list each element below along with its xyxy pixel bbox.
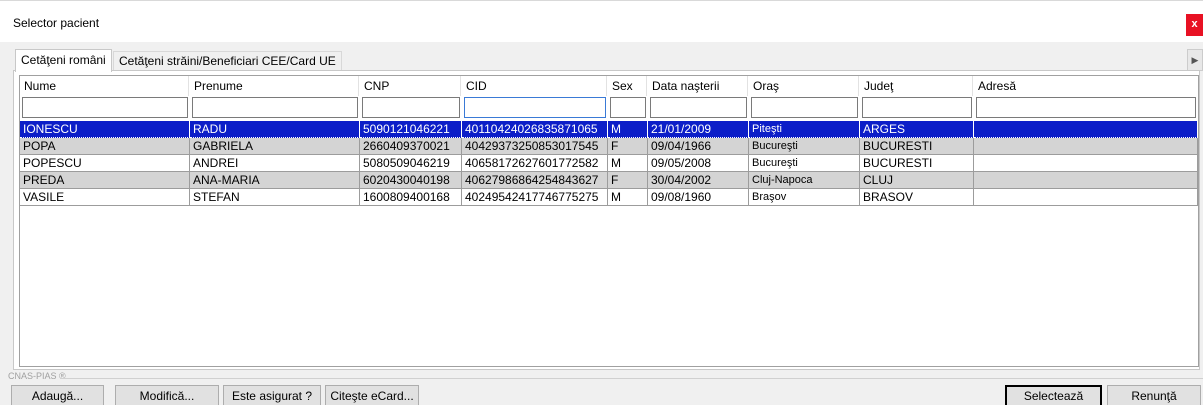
cell-sex: M bbox=[608, 121, 648, 138]
filter-city-input[interactable] bbox=[751, 97, 858, 118]
cell-address bbox=[974, 172, 1198, 189]
cell-city: Piteşti bbox=[749, 121, 860, 138]
cell-address bbox=[974, 138, 1198, 155]
filter-address-input[interactable] bbox=[976, 97, 1196, 118]
select-button[interactable]: Selectează bbox=[1005, 385, 1102, 405]
cell-cnp: 2660409370021 bbox=[360, 138, 462, 155]
tab-romanian-citizens[interactable]: Cetăţeni români bbox=[15, 49, 112, 72]
cell-birthdate: 21/01/2009 bbox=[648, 121, 749, 138]
filter-cnp-input[interactable] bbox=[362, 97, 460, 118]
tab-scroll-right-icon[interactable]: ▶ bbox=[1187, 49, 1203, 71]
cell-city: Bucureşti bbox=[749, 138, 860, 155]
filter-prenume-input[interactable] bbox=[192, 97, 358, 118]
cell-address bbox=[974, 155, 1198, 172]
cell-prenume: RADU bbox=[190, 121, 360, 138]
col-header-city[interactable]: Oraş bbox=[749, 76, 859, 96]
close-button[interactable]: x bbox=[1186, 14, 1203, 36]
col-header-sex[interactable]: Sex bbox=[608, 76, 647, 96]
cell-sex: M bbox=[608, 189, 648, 206]
cell-nume: VASILE bbox=[20, 189, 190, 206]
filter-nume-input[interactable] bbox=[22, 97, 188, 118]
check-insured-button[interactable]: Este asigurat ? bbox=[223, 385, 321, 405]
cell-birthdate: 30/04/2002 bbox=[648, 172, 749, 189]
cell-cnp: 6020430040198 bbox=[360, 172, 462, 189]
cell-prenume: GABRIELA bbox=[190, 138, 360, 155]
cancel-button[interactable]: Renunţă bbox=[1107, 385, 1201, 405]
add-button[interactable]: Adaugă... bbox=[11, 385, 104, 405]
table-row[interactable]: VASILE STEFAN 1600809400168 402495424177… bbox=[20, 189, 1198, 206]
col-header-county[interactable]: Judeţ bbox=[860, 76, 973, 96]
table-row[interactable]: PREDA ANA-MARIA 6020430040198 4062798686… bbox=[20, 172, 1198, 189]
col-header-birthdate[interactable]: Data naşterii bbox=[648, 76, 748, 96]
cell-nume: IONESCU bbox=[20, 121, 190, 138]
cell-cid: 40249542417746775275 bbox=[462, 189, 608, 206]
cell-county: BUCURESTI bbox=[860, 155, 974, 172]
modify-button[interactable]: Modifică... bbox=[115, 385, 219, 405]
filter-county-input[interactable] bbox=[862, 97, 972, 118]
brand-label: CNAS-PIAS ® bbox=[8, 371, 66, 381]
filter-cid-input[interactable] bbox=[464, 97, 606, 118]
cell-county: ARGES bbox=[860, 121, 974, 138]
cell-cnp: 5080509046219 bbox=[360, 155, 462, 172]
cell-cid: 40429373250853017545 bbox=[462, 138, 608, 155]
cell-cid: 40110424026835871065 bbox=[462, 121, 608, 138]
cell-county: BRASOV bbox=[860, 189, 974, 206]
title-bar: Selector pacient x bbox=[0, 0, 1203, 42]
cell-prenume: ANDREI bbox=[190, 155, 360, 172]
cell-city: Braşov bbox=[749, 189, 860, 206]
cell-sex: M bbox=[608, 155, 648, 172]
cell-nume: POPESCU bbox=[20, 155, 190, 172]
cell-address bbox=[974, 189, 1198, 206]
col-header-address[interactable]: Adresă bbox=[974, 76, 1198, 96]
cell-nume: POPA bbox=[20, 138, 190, 155]
window-title: Selector pacient bbox=[13, 16, 100, 30]
cell-cnp: 1600809400168 bbox=[360, 189, 462, 206]
cell-address bbox=[974, 121, 1198, 138]
tab-strip: Cetăţeni români Cetăţeni străini/Benefic… bbox=[0, 42, 1203, 72]
cell-cid: 40658172627601772582 bbox=[462, 155, 608, 172]
footer-divider bbox=[60, 378, 1203, 379]
cell-county: BUCURESTI bbox=[860, 138, 974, 155]
col-header-prenume[interactable]: Prenume bbox=[190, 76, 359, 96]
table-row[interactable]: POPA GABRIELA 2660409370021 404293732508… bbox=[20, 138, 1198, 155]
cell-city: Bucureşti bbox=[749, 155, 860, 172]
table-row[interactable]: POPESCU ANDREI 5080509046219 40658172627… bbox=[20, 155, 1198, 172]
cell-prenume: ANA-MARIA bbox=[190, 172, 360, 189]
patient-grid: Nume Prenume CNP CID Sex Data naşterii O… bbox=[19, 75, 1199, 367]
col-header-cid[interactable]: CID bbox=[462, 76, 607, 96]
filter-sex-input[interactable] bbox=[610, 97, 646, 118]
cell-cnp: 5090121046221 bbox=[360, 121, 462, 138]
cell-birthdate: 09/05/2008 bbox=[648, 155, 749, 172]
cell-city: Cluj-Napoca bbox=[749, 172, 860, 189]
tab-foreign-citizens[interactable]: Cetăţeni străini/Beneficiari CEE/Card UE bbox=[113, 51, 342, 71]
cell-cid: 40627986864254843627 bbox=[462, 172, 608, 189]
cell-birthdate: 09/08/1960 bbox=[648, 189, 749, 206]
col-header-cnp[interactable]: CNP bbox=[360, 76, 461, 96]
cell-sex: F bbox=[608, 172, 648, 189]
table-row[interactable]: IONESCU RADU 5090121046221 4011042402683… bbox=[20, 121, 1198, 138]
cell-nume: PREDA bbox=[20, 172, 190, 189]
cell-birthdate: 09/04/1966 bbox=[648, 138, 749, 155]
cell-sex: F bbox=[608, 138, 648, 155]
cell-prenume: STEFAN bbox=[190, 189, 360, 206]
cell-county: CLUJ bbox=[860, 172, 974, 189]
read-ecard-button[interactable]: Citeşte eCard... bbox=[325, 385, 419, 405]
tab-panel: Nume Prenume CNP CID Sex Data naşterii O… bbox=[13, 70, 1200, 370]
col-header-nume[interactable]: Nume bbox=[20, 76, 189, 96]
filter-birthdate-input[interactable] bbox=[650, 97, 747, 118]
